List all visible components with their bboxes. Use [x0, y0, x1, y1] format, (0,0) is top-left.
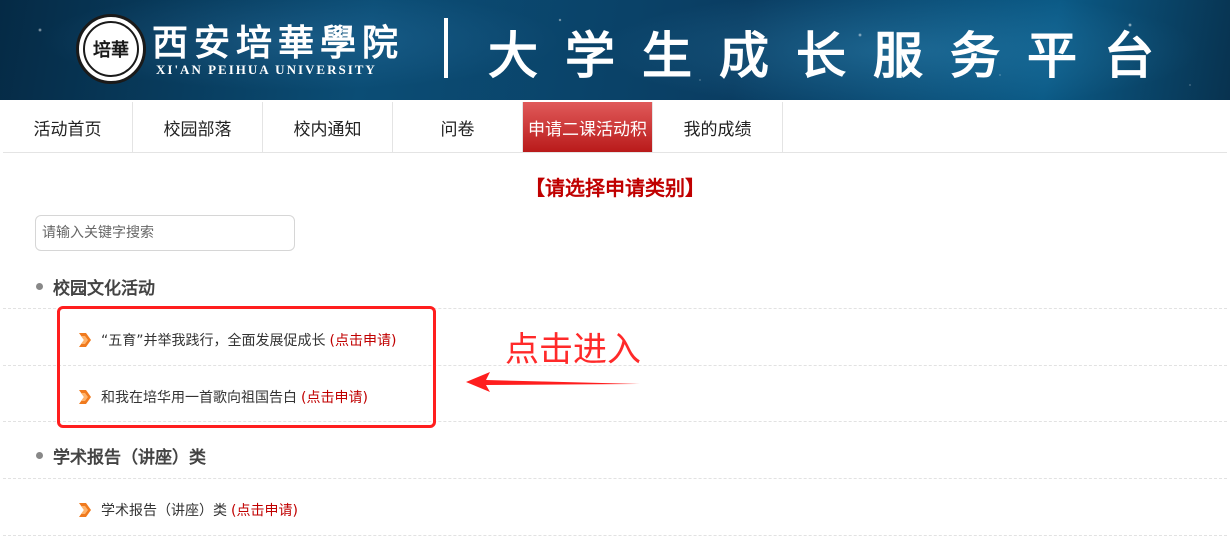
- nav-item-apply-activity[interactable]: 申请二课活动积: [523, 102, 653, 152]
- search-input[interactable]: [35, 215, 295, 251]
- platform-title: 大学生成长服务平台: [488, 26, 1181, 85]
- nav-item-survey[interactable]: 问卷: [393, 102, 523, 152]
- nav-item-notices[interactable]: 校内通知: [263, 102, 393, 152]
- category-label: 学术报告（讲座）类: [53, 448, 206, 468]
- nav-item-my-scores[interactable]: 我的成绩: [653, 102, 783, 152]
- university-name-cn: 西安培華學院: [152, 22, 405, 64]
- annotation-arrow-icon: [466, 372, 640, 392]
- university-name-en: XI'AN PEIHUA UNIVERSITY: [156, 62, 377, 77]
- apply-link[interactable]: (点击申请): [231, 500, 298, 520]
- row-divider: [3, 535, 1227, 536]
- highlight-box: [57, 306, 436, 428]
- row-divider: [3, 478, 1227, 479]
- header-banner: 培華 西安培華學院 XI'AN PEIHUA UNIVERSITY 大学生成长服…: [0, 0, 1230, 100]
- nav-item-home[interactable]: 活动首页: [3, 102, 133, 152]
- header-divider: [444, 18, 448, 78]
- category-heading: 校园文化活动: [36, 274, 155, 299]
- bullet-icon: [36, 283, 43, 290]
- bullet-icon: [36, 452, 43, 459]
- university-logo: 培華: [76, 14, 146, 84]
- list-item[interactable]: 学术报告（讲座）类 (点击申请): [78, 500, 298, 520]
- main-nav: 活动首页 校园部落 校内通知 问卷 申请二课活动积 我的成绩: [3, 102, 1227, 153]
- category-label: 校园文化活动: [53, 279, 155, 299]
- orange-arrow-icon: [79, 503, 91, 517]
- nav-item-campus-tribe[interactable]: 校园部落: [133, 102, 263, 152]
- item-title: 学术报告（讲座）类: [101, 503, 227, 519]
- logo-seal: 培華: [83, 21, 139, 77]
- annotation-text: 点击进入: [505, 330, 641, 370]
- page-title: 【请选择申请类别】: [525, 176, 705, 200]
- category-heading: 学术报告（讲座）类: [36, 443, 206, 468]
